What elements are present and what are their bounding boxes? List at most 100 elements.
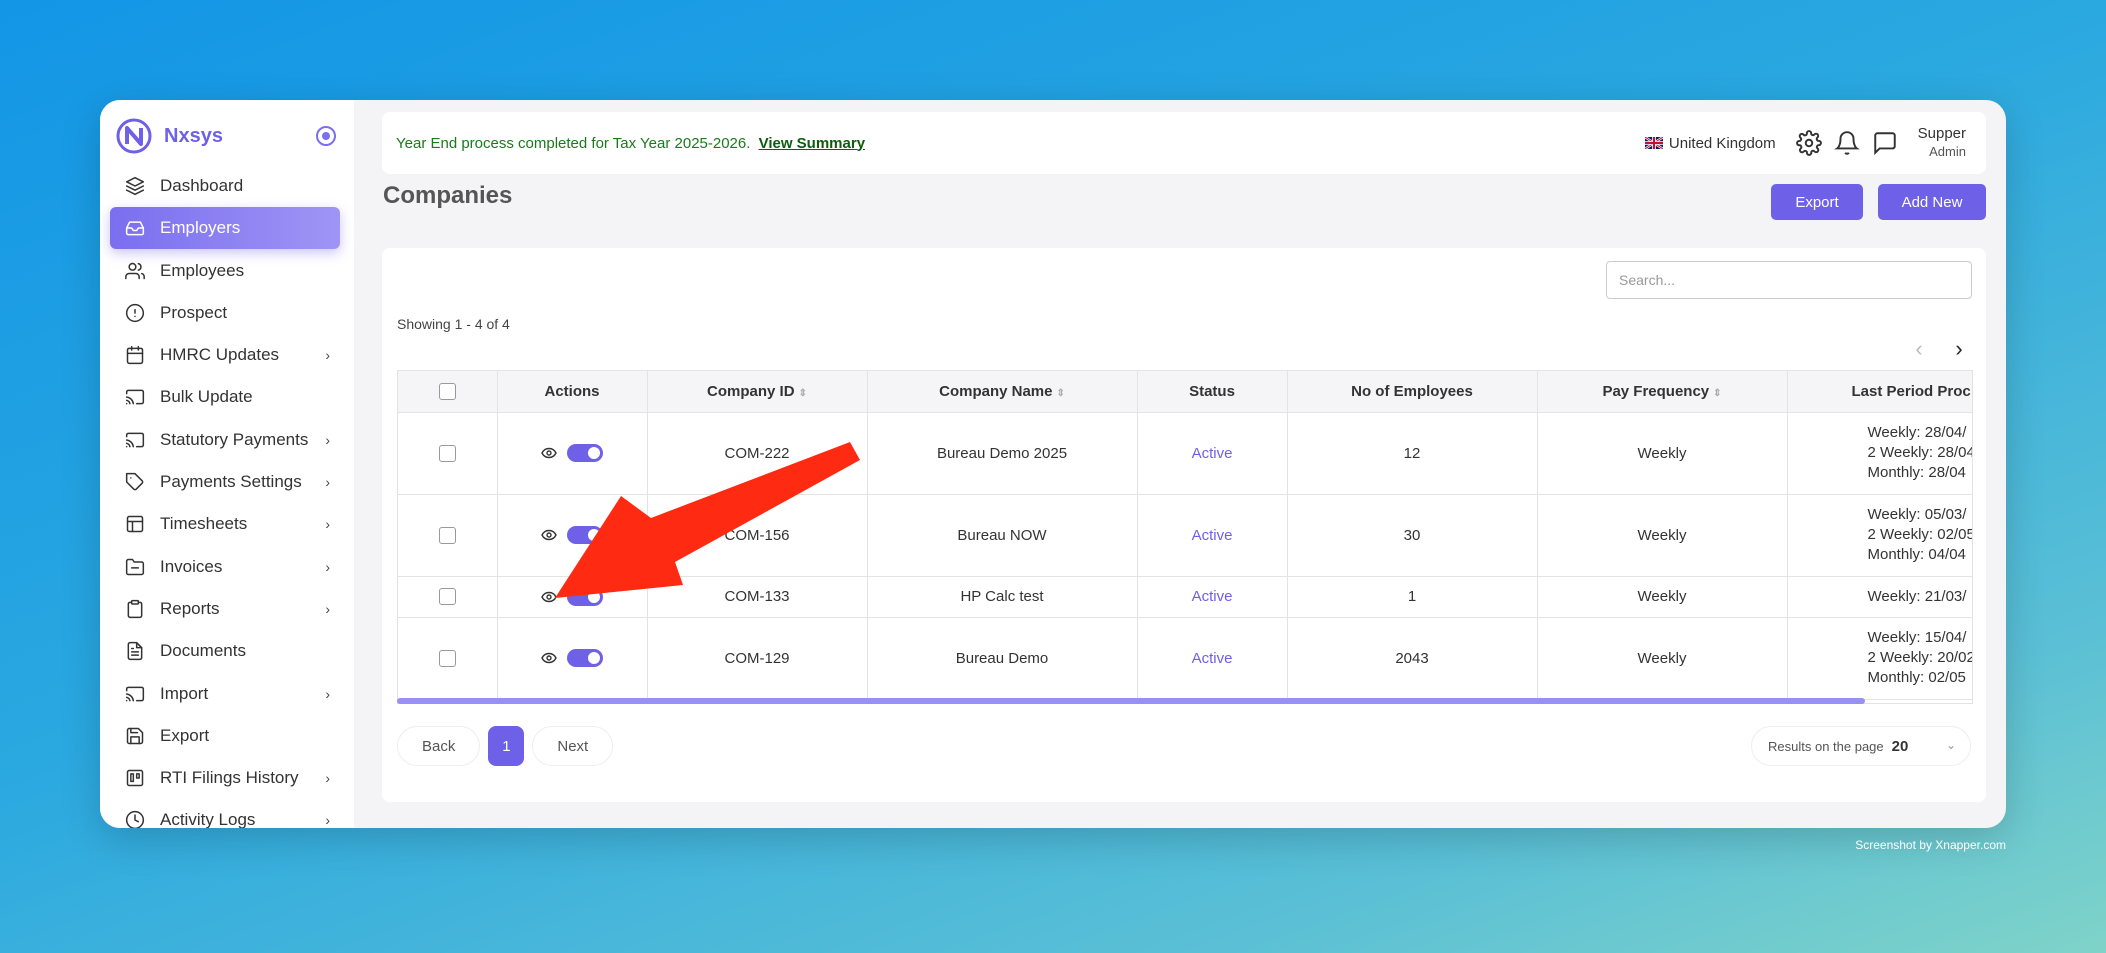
chevron-right-icon: ›: [325, 431, 330, 448]
header-company-id[interactable]: Company ID ⇕: [647, 371, 868, 413]
sort-icon: ⇕: [1713, 387, 1722, 399]
sidebar-item-prospect[interactable]: Prospect: [110, 292, 340, 334]
sidebar-item-label: RTI Filings History: [160, 768, 299, 788]
sidebar: Nxsys Dashboard Employers Employees Prospec…: [100, 100, 354, 828]
sidebar-item-statutory-payments[interactable]: Statutory Payments ›: [110, 419, 340, 461]
eye-icon[interactable]: [541, 652, 557, 664]
folder-icon: [124, 556, 146, 578]
sidebar-item-invoices[interactable]: Invoices ›: [110, 546, 340, 588]
table-row[interactable]: COM-129 Bureau Demo Active 2043 Weekly Weekly…: [398, 617, 1973, 700]
sidebar-item-bulk-update[interactable]: Bulk Update: [110, 376, 340, 418]
sidebar-item-reports[interactable]: Reports ›: [110, 588, 340, 630]
header-company-name[interactable]: Company Name ⇕: [867, 371, 1138, 413]
header-actions: Actions: [497, 371, 648, 413]
last-period-line: 2 Weekly: 02/05: [1867, 526, 1973, 543]
sidebar-item-activity-logs[interactable]: Activity Logs ›: [110, 799, 340, 828]
chevron-right-icon[interactable]: ›: [1948, 336, 1970, 362]
company-name-cell: HP Calc test: [867, 576, 1138, 618]
pay-frequency-cell: Weekly: [1537, 494, 1788, 577]
active-toggle[interactable]: [567, 649, 603, 668]
status-badge: Active: [1137, 617, 1288, 700]
calendar-icon: [124, 344, 146, 366]
sidebar-item-payments-settings[interactable]: Payments Settings ›: [110, 461, 340, 503]
sidebar-item-label: Payments Settings: [160, 472, 302, 492]
view-summary-link[interactable]: View Summary: [759, 135, 865, 152]
row-checkbox[interactable]: [438, 588, 456, 606]
sidebar-item-import[interactable]: Import ›: [110, 673, 340, 715]
last-period-line: Weekly: 05/03/: [1867, 506, 1967, 523]
select-all-cell: [398, 371, 498, 413]
sidebar-item-label: Export: [160, 725, 210, 745]
chevron-down-icon: ⌄: [1945, 738, 1956, 752]
inbox-icon: [124, 217, 146, 239]
last-period-line: Monthly: 28/04: [1867, 464, 1966, 481]
pay-frequency-cell: Weekly: [1537, 576, 1788, 618]
top-right-controls: United Kingdom Supper Admin: [1644, 122, 1966, 164]
gear-icon[interactable]: [1795, 130, 1822, 156]
brand[interactable]: Nxsys: [116, 116, 346, 156]
sidebar-item-label: Import: [160, 683, 209, 703]
header-pay-frequency[interactable]: Pay Frequency ⇕: [1537, 371, 1788, 413]
country-selector[interactable]: United Kingdom: [1644, 135, 1776, 152]
chevron-right-icon: ›: [325, 770, 330, 787]
last-period-line: 2 Weekly: 28/04: [1867, 444, 1973, 461]
sort-icon: ⇕: [798, 387, 807, 399]
app-window: Nxsys Dashboard Employers Employees Prospec…: [100, 100, 2006, 828]
company-id-cell: COM-129: [647, 617, 868, 700]
sidebar-item-label: Bulk Update: [160, 387, 253, 407]
sidebar-item-label: Reports: [160, 598, 220, 618]
user-name: Supper: [1917, 125, 1966, 142]
user-role: Admin: [1929, 144, 1966, 159]
sidebar-item-rti-filings-history[interactable]: RTI Filings History ›: [110, 757, 340, 799]
showing-count: Showing 1 - 4 of 4: [397, 316, 510, 332]
row-checkbox[interactable]: [438, 444, 456, 462]
bell-icon[interactable]: [1833, 130, 1860, 156]
chevron-left-icon[interactable]: ‹: [1908, 336, 1930, 362]
sidebar-item-label: Invoices: [160, 556, 223, 576]
horizontal-scrollbar[interactable]: [397, 698, 1865, 704]
top-bar: Year End process completed for Tax Year …: [382, 112, 1986, 174]
sidebar-item-label: Statutory Payments: [160, 429, 309, 449]
row-checkbox[interactable]: [438, 526, 456, 544]
row-actions-cell: [497, 617, 648, 700]
sidebar-item-employers[interactable]: Employers: [110, 207, 340, 250]
back-button[interactable]: Back: [397, 726, 481, 766]
select-all-checkbox[interactable]: [438, 383, 456, 401]
uk-flag-icon: [1644, 137, 1663, 149]
sidebar-item-documents[interactable]: Documents: [110, 630, 340, 672]
alert-circle-icon: [124, 302, 146, 324]
add-new-button[interactable]: Add New: [1878, 184, 1986, 220]
sidebar-item-employees[interactable]: Employees: [110, 250, 340, 292]
company-name-cell: Bureau Demo: [867, 617, 1138, 700]
export-button[interactable]: Export: [1771, 184, 1863, 220]
sidebar-item-hmrc-updates[interactable]: HMRC Updates ›: [110, 334, 340, 376]
last-period-line: 2 Weekly: 20/02: [1867, 649, 1973, 666]
row-select-cell: [398, 617, 498, 700]
chevron-right-icon: ›: [325, 558, 330, 575]
header-employees: No of Employees: [1287, 371, 1538, 413]
row-select-cell: [398, 576, 498, 618]
red-annotation-arrow: [555, 442, 860, 598]
page-number-1[interactable]: 1: [488, 726, 525, 766]
sidebar-collapse-toggle-icon[interactable]: [316, 126, 336, 146]
user-menu[interactable]: Supper Admin: [1918, 125, 1966, 161]
sidebar-item-label: Timesheets: [160, 514, 248, 534]
chevron-right-icon: ›: [325, 600, 330, 617]
status-badge: Active: [1137, 576, 1288, 618]
last-period-cell: Weekly: 05/03/2 Weekly: 02/05 Monthly: 04…: [1787, 494, 1973, 577]
sidebar-item-timesheets[interactable]: Timesheets ›: [110, 503, 340, 545]
employee-count-cell: 1: [1287, 576, 1538, 618]
file-icon: [124, 640, 146, 662]
results-per-page-select[interactable]: Results on the page 20 ⌄: [1751, 726, 1971, 766]
sidebar-item-dashboard[interactable]: Dashboard: [110, 165, 340, 207]
next-button[interactable]: Next: [532, 726, 614, 766]
clipboard-icon: [124, 598, 146, 620]
last-period-line: Weekly: 21/03/: [1867, 587, 1967, 605]
row-checkbox[interactable]: [438, 649, 456, 667]
search-input[interactable]: [1606, 261, 1972, 299]
header-status: Status: [1137, 371, 1288, 413]
message-icon[interactable]: [1872, 130, 1898, 156]
sidebar-item-label: Dashboard: [160, 176, 244, 195]
sidebar-item-export[interactable]: Export: [110, 715, 340, 757]
pay-frequency-cell: Weekly: [1537, 412, 1788, 495]
